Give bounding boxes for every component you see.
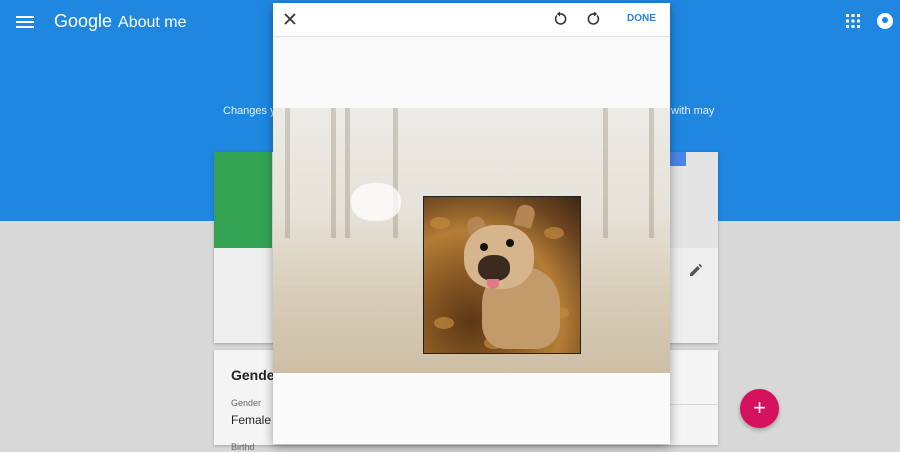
app-brand[interactable]: Google About me [54, 11, 187, 32]
leaf [544, 227, 564, 239]
profile-cover-accent [670, 152, 686, 166]
dog-eye-right [506, 239, 514, 247]
gender-field-value[interactable]: Female [231, 413, 271, 427]
rotate-left-icon[interactable] [552, 11, 568, 27]
close-icon[interactable] [283, 12, 297, 26]
leaf [430, 217, 450, 229]
leaf [434, 317, 454, 329]
dialog-toolbar: DONE [273, 3, 670, 37]
birthday-field-label: Birthd [231, 442, 255, 452]
gender-field-label: Gender [231, 398, 262, 408]
dog-ear-right [513, 203, 537, 229]
photo-preview [273, 108, 670, 373]
account-icon[interactable] [877, 13, 893, 29]
background-tree [345, 108, 350, 238]
intro-text-right: with may [671, 105, 715, 117]
crop-selection-box[interactable] [423, 196, 581, 354]
background-tree [393, 108, 398, 238]
dog-eye-left [480, 243, 488, 251]
background-tree [285, 108, 290, 238]
apps-grid-icon[interactable] [846, 14, 860, 28]
dog-tongue [487, 279, 499, 289]
done-button[interactable]: DONE [627, 13, 656, 24]
background-tree [331, 108, 336, 238]
brand-title: About me [118, 14, 187, 31]
edit-pencil-icon[interactable] [688, 262, 704, 278]
background-tree [649, 108, 654, 238]
background-tree [603, 108, 608, 238]
profile-cover-grey [670, 152, 718, 248]
add-fab-button[interactable]: + [740, 389, 779, 428]
profile-cover-green [214, 152, 272, 248]
intro-text-left: Changes y [223, 105, 276, 117]
dog-muzzle [478, 255, 510, 281]
background-dog [351, 183, 401, 221]
rotate-right-icon[interactable] [586, 11, 602, 27]
menu-icon[interactable] [16, 13, 34, 29]
brand-google: Google [54, 11, 113, 31]
photo-crop-dialog: DONE [273, 3, 670, 444]
